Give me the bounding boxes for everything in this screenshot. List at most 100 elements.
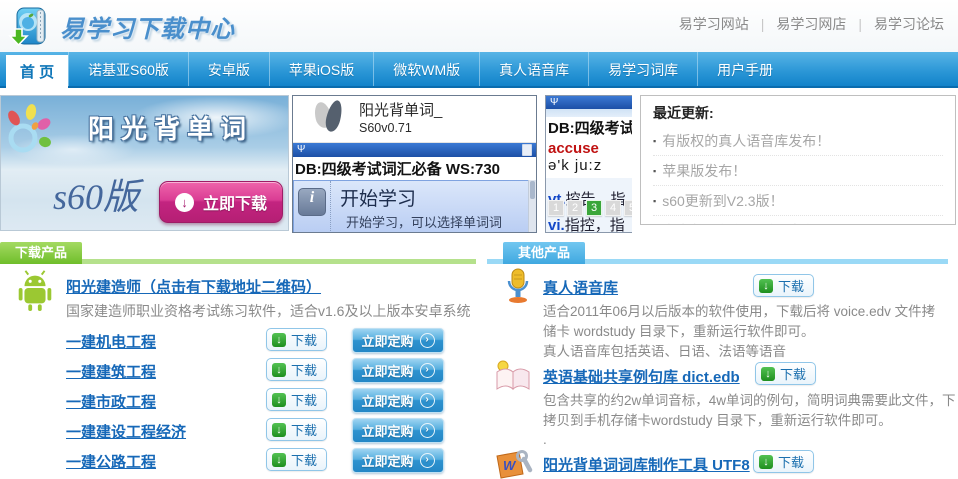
order-button[interactable]: 立即定购 › [352, 388, 444, 413]
download-button[interactable]: ↓ 下载 [266, 328, 327, 351]
nav-tab-voice-library[interactable]: 真人语音库 [479, 52, 588, 88]
product-link[interactable]: 一建市政工程 [66, 391, 156, 412]
download-button[interactable]: ↓ 下载 [755, 362, 816, 385]
order-label: 立即定购 [361, 361, 413, 380]
product-link[interactable]: 一建建设工程经济 [66, 421, 186, 442]
top-link-website[interactable]: 易学习网站 [679, 14, 749, 34]
product-row: 一建市政工程 ↓ 下载 立即定购 › [0, 388, 478, 416]
download-label: 下载 [291, 360, 317, 379]
other-product-desc: 储卡 wordstudy 目录下，重新运行软件即可。 [543, 320, 815, 340]
other-product-link[interactable]: 阳光背单词词库制作工具 UTF8 [543, 454, 750, 475]
others-tabbar: 其他产品 [487, 242, 948, 264]
download-icon: ↓ [272, 393, 286, 407]
site-logo[interactable]: 易学习下载中心 [8, 3, 235, 49]
update-text: 安卓版最新使用手册发布！ [662, 221, 830, 225]
menu-row-selected: i 开始学习 开始学习，可以选择单词词 [293, 180, 529, 233]
tab-downloads[interactable]: 下载产品 [0, 242, 82, 264]
banner-title: 阳光背单词 [57, 109, 284, 146]
update-item[interactable]: ▪ 安卓版最新使用手册发布！ [653, 216, 943, 225]
app-header: 阳光背单词_ S60v0.71 [293, 96, 536, 143]
app-logo-icon [323, 99, 344, 133]
link-separator: | [761, 16, 765, 32]
top-links: 易学习网站 | 易学习网店 | 易学习论坛 [679, 14, 944, 34]
update-item[interactable]: ▪ 苹果版发布！ [653, 156, 943, 186]
download-icon: ↓ [272, 333, 286, 347]
update-item[interactable]: ▪ s60更新到V2.3版！ [653, 186, 943, 216]
word-meaning-vi: vi.指控，指 [548, 214, 625, 233]
other-product-desc: 真人语音库包括英语、日语、法语等语音 [543, 340, 786, 360]
banner-edition: s60版 [53, 168, 139, 220]
top-link-shop[interactable]: 易学习网店 [776, 14, 846, 34]
others-column: 其他产品 真人语音库 ↓ 下载 适合2011年06月以后版本的软件使用，下载后将… [479, 236, 958, 479]
toolkit-icon: W [493, 448, 533, 479]
update-text: s60更新到V2.3版！ [662, 191, 783, 211]
update-text: 有版权的真人语音库发布！ [662, 131, 830, 151]
antenna-icon: Ψ [297, 145, 305, 155]
download-icon: ↓ [272, 363, 286, 377]
products-section: 下载产品 阳光建造师（点击有下载地址二维码） 国家建造师职业资格考试练习软件，适… [0, 236, 958, 479]
top-link-forum[interactable]: 易学习论坛 [874, 14, 944, 34]
download-button[interactable]: ↓ 下载 [266, 388, 327, 411]
order-button[interactable]: 立即定购 › [352, 358, 444, 383]
other-product-desc: 包含共享的约2w单词音标，4w单词的例句，简明词典需要此文件，下 [543, 389, 956, 409]
update-text: 苹果版发布！ [662, 161, 746, 181]
scrollbar [528, 180, 536, 232]
nav-tab-wm[interactable]: 微软WM版 [373, 52, 479, 88]
product-row: 一建建设工程经济 ↓ 下载 立即定购 › [0, 418, 478, 446]
tab-others[interactable]: 其他产品 [503, 242, 585, 264]
word-headword: accuse [548, 141, 632, 157]
arrow-icon: › [420, 423, 435, 438]
arrow-icon: › [420, 363, 435, 378]
product-link[interactable]: 一建机电工程 [66, 331, 156, 352]
download-button[interactable]: ↓ 下载 [753, 450, 814, 473]
info-icon: i [298, 188, 326, 216]
bullet-icon: ▪ [653, 136, 656, 146]
download-icon: ↓ [759, 279, 773, 293]
nav-tab-ios[interactable]: 苹果iOS版 [269, 52, 373, 88]
promo-banner[interactable]: 阳光背单词 s60版 ↓ 立即下载 [0, 95, 289, 231]
status-bar: Ψ [293, 143, 536, 157]
download-button[interactable]: ↓ 下载 [266, 418, 327, 441]
download-label: 下载 [778, 276, 804, 295]
battery-icon [522, 144, 532, 156]
nav-tab-nokia-s60[interactable]: 诺基亚S60版 [68, 52, 188, 88]
feature-product-desc: 国家建造师职业资格考试练习软件，适合v1.6及以上版本安卓系统 [66, 301, 470, 321]
menu-item-label: 开始学习 [340, 184, 416, 211]
db-status-line: DB:四级考试 [546, 117, 632, 138]
banner-download-button[interactable]: ↓ 立即下载 [159, 181, 283, 223]
recent-updates-panel: 最近更新: ▪ 有版权的真人语音库发布！ ▪ 苹果版发布！ ▪ s60更新到V2… [640, 95, 956, 225]
status-bar: Ψ [546, 96, 632, 109]
nav-tab-android[interactable]: 安卓版 [188, 52, 269, 88]
updates-title: 最近更新: [641, 96, 955, 126]
update-item[interactable]: ▪ 有版权的真人语音库发布！ [653, 126, 943, 156]
download-button[interactable]: ↓ 下载 [753, 274, 814, 297]
product-row: 一建建筑工程 ↓ 下载 立即定购 › [0, 358, 478, 386]
download-label: 下载 [291, 420, 317, 439]
nav-tab-home[interactable]: 首 页 [6, 55, 68, 88]
order-button[interactable]: 立即定购 › [352, 448, 444, 473]
header: 易学习下载中心 易学习网站 | 易学习网店 | 易学习论坛 [0, 0, 958, 52]
download-label: 下载 [780, 364, 806, 383]
download-icon: ↓ [759, 455, 773, 469]
product-row: 一建公路工程 ↓ 下载 立即定购 › [0, 448, 478, 476]
feature-product-link[interactable]: 阳光建造师（点击有下载地址二维码） [66, 276, 321, 297]
nav-tab-dictionary[interactable]: 易学习词库 [588, 52, 697, 88]
other-product-desc: . [543, 432, 547, 447]
product-link[interactable]: 一建建筑工程 [66, 361, 156, 382]
order-button[interactable]: 立即定购 › [352, 418, 444, 443]
other-product-desc: 拷贝到手机存储卡wordstudy 目录下，重新运行软件即可。 [543, 409, 892, 429]
order-label: 立即定购 [361, 451, 413, 470]
page-number: 5 [624, 200, 632, 216]
arrow-icon: › [420, 333, 435, 348]
download-icon: ↓ [272, 453, 286, 467]
other-product-link[interactable]: 真人语音库 [543, 277, 618, 298]
link-separator: | [858, 16, 862, 32]
nav-tab-manual[interactable]: 用户手册 [697, 52, 792, 88]
download-button[interactable]: ↓ 下载 [266, 358, 327, 381]
order-button[interactable]: 立即定购 › [352, 328, 444, 353]
download-button[interactable]: ↓ 下载 [266, 448, 327, 471]
hero-section: 阳光背单词 s60版 ↓ 立即下载 阳光背单词_ S60v0.71 Ψ D [0, 88, 958, 236]
product-link[interactable]: 一建公路工程 [66, 451, 156, 472]
other-product-link[interactable]: 英语基础共享例句库 dict.edb [543, 366, 740, 387]
bullet-icon: ▪ [653, 196, 656, 206]
